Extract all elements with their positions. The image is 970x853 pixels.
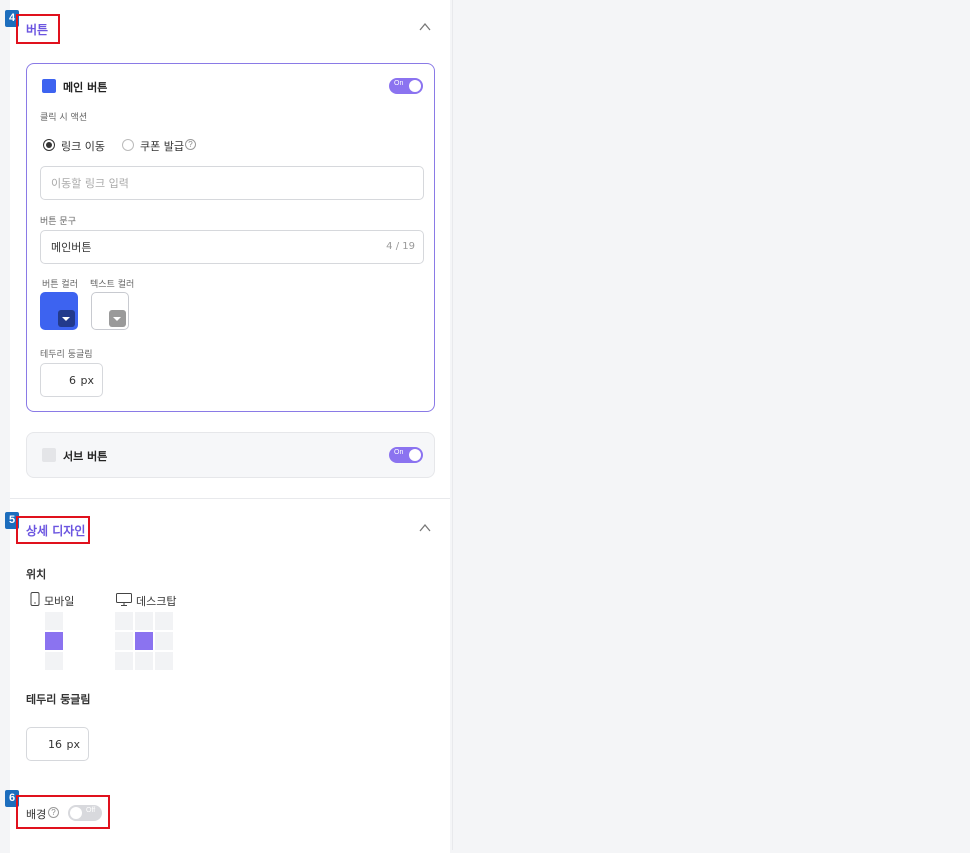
desktop-position-center[interactable] — [135, 632, 153, 650]
position-heading: 위치 — [26, 568, 47, 581]
click-action-label: 클릭 시 액션 — [40, 113, 88, 123]
radio-link-label: 링크 이동 — [61, 140, 105, 153]
button-color-label: 버튼 컬러 — [42, 280, 78, 290]
toggle-knob — [70, 807, 82, 819]
settings-panel: 4 버튼 메인 버튼 On 클릭 시 액션 링크 이동 쿠폰 발급 ? 이동할 … — [5, 0, 450, 853]
desktop-position-top-left[interactable] — [115, 612, 133, 630]
desktop-position-middle-right[interactable] — [155, 632, 173, 650]
radio-link[interactable] — [43, 139, 55, 151]
desktop-position-top-center[interactable] — [135, 612, 153, 630]
detail-radius-value: 16 — [48, 738, 62, 751]
toggle-off-label: Off — [86, 807, 96, 814]
mobile-label: 모바일 — [44, 595, 75, 608]
button-text-label: 버튼 문구 — [40, 217, 76, 227]
toggle-on-label: On — [394, 449, 404, 456]
main-button-toggle[interactable]: On — [389, 78, 423, 94]
section-title-detail: 상세 디자인 — [26, 524, 86, 538]
toggle-knob — [409, 449, 421, 461]
text-color-swatch[interactable] — [91, 292, 129, 330]
button-color-swatch[interactable] — [40, 292, 78, 330]
radius-unit: px — [80, 374, 95, 387]
radius-value: 6 — [69, 374, 76, 387]
chevron-down-icon[interactable] — [109, 310, 126, 327]
main-button-card: 메인 버튼 On 클릭 시 액션 링크 이동 쿠폰 발급 ? 이동할 링크 입력… — [26, 63, 435, 412]
chevron-down-icon[interactable] — [58, 310, 75, 327]
section-divider — [10, 498, 450, 499]
background-toggle[interactable]: Off — [68, 805, 102, 821]
chevron-up-icon[interactable] — [419, 522, 431, 534]
toggle-knob — [409, 80, 421, 92]
preview-pane — [452, 0, 968, 850]
text-color-label: 텍스트 컬러 — [90, 280, 135, 290]
section-title-button: 버튼 — [26, 23, 49, 37]
chevron-up-icon[interactable] — [419, 21, 431, 33]
radio-coupon-label: 쿠폰 발급 — [140, 140, 184, 153]
detail-radius-heading: 테두리 둥글림 — [26, 693, 91, 706]
desktop-position-bottom-left[interactable] — [115, 652, 133, 670]
desktop-position-bottom-right[interactable] — [155, 652, 173, 670]
sub-button-card: 서브 버튼 On — [26, 432, 435, 478]
main-button-checkbox[interactable] — [42, 79, 56, 93]
link-input-placeholder: 이동할 링크 입력 — [51, 177, 129, 190]
mobile-position-bottom[interactable] — [45, 652, 63, 670]
radius-input[interactable]: 6 px — [40, 363, 103, 397]
desktop-position-middle-left[interactable] — [115, 632, 133, 650]
sub-button-checkbox[interactable] — [42, 448, 56, 462]
toggle-on-label: On — [394, 80, 404, 87]
desktop-position-bottom-center[interactable] — [135, 652, 153, 670]
desktop-position-top-right[interactable] — [155, 612, 173, 630]
help-icon[interactable]: ? — [185, 139, 196, 150]
char-counter: 4 / 19 — [386, 241, 415, 252]
detail-radius-unit: px — [66, 738, 81, 751]
sub-button-title: 서브 버튼 — [63, 450, 108, 463]
background-label: 배경 — [26, 808, 47, 821]
radius-label: 테두리 둥글림 — [40, 350, 93, 360]
button-text-value: 메인버튼 — [51, 241, 92, 254]
mobile-icon — [30, 592, 40, 606]
button-text-input[interactable]: 메인버튼 4 / 19 — [40, 230, 424, 264]
detail-radius-input[interactable]: 16 px — [26, 727, 89, 761]
help-icon[interactable]: ? — [48, 807, 59, 818]
mobile-position-top[interactable] — [45, 612, 63, 630]
link-input[interactable]: 이동할 링크 입력 — [40, 166, 424, 200]
sub-button-toggle[interactable]: On — [389, 447, 423, 463]
desktop-label: 데스크탑 — [136, 595, 177, 608]
mobile-position-middle[interactable] — [45, 632, 63, 650]
desktop-icon — [116, 593, 132, 606]
radio-coupon[interactable] — [122, 139, 134, 151]
main-button-title: 메인 버튼 — [63, 81, 108, 94]
